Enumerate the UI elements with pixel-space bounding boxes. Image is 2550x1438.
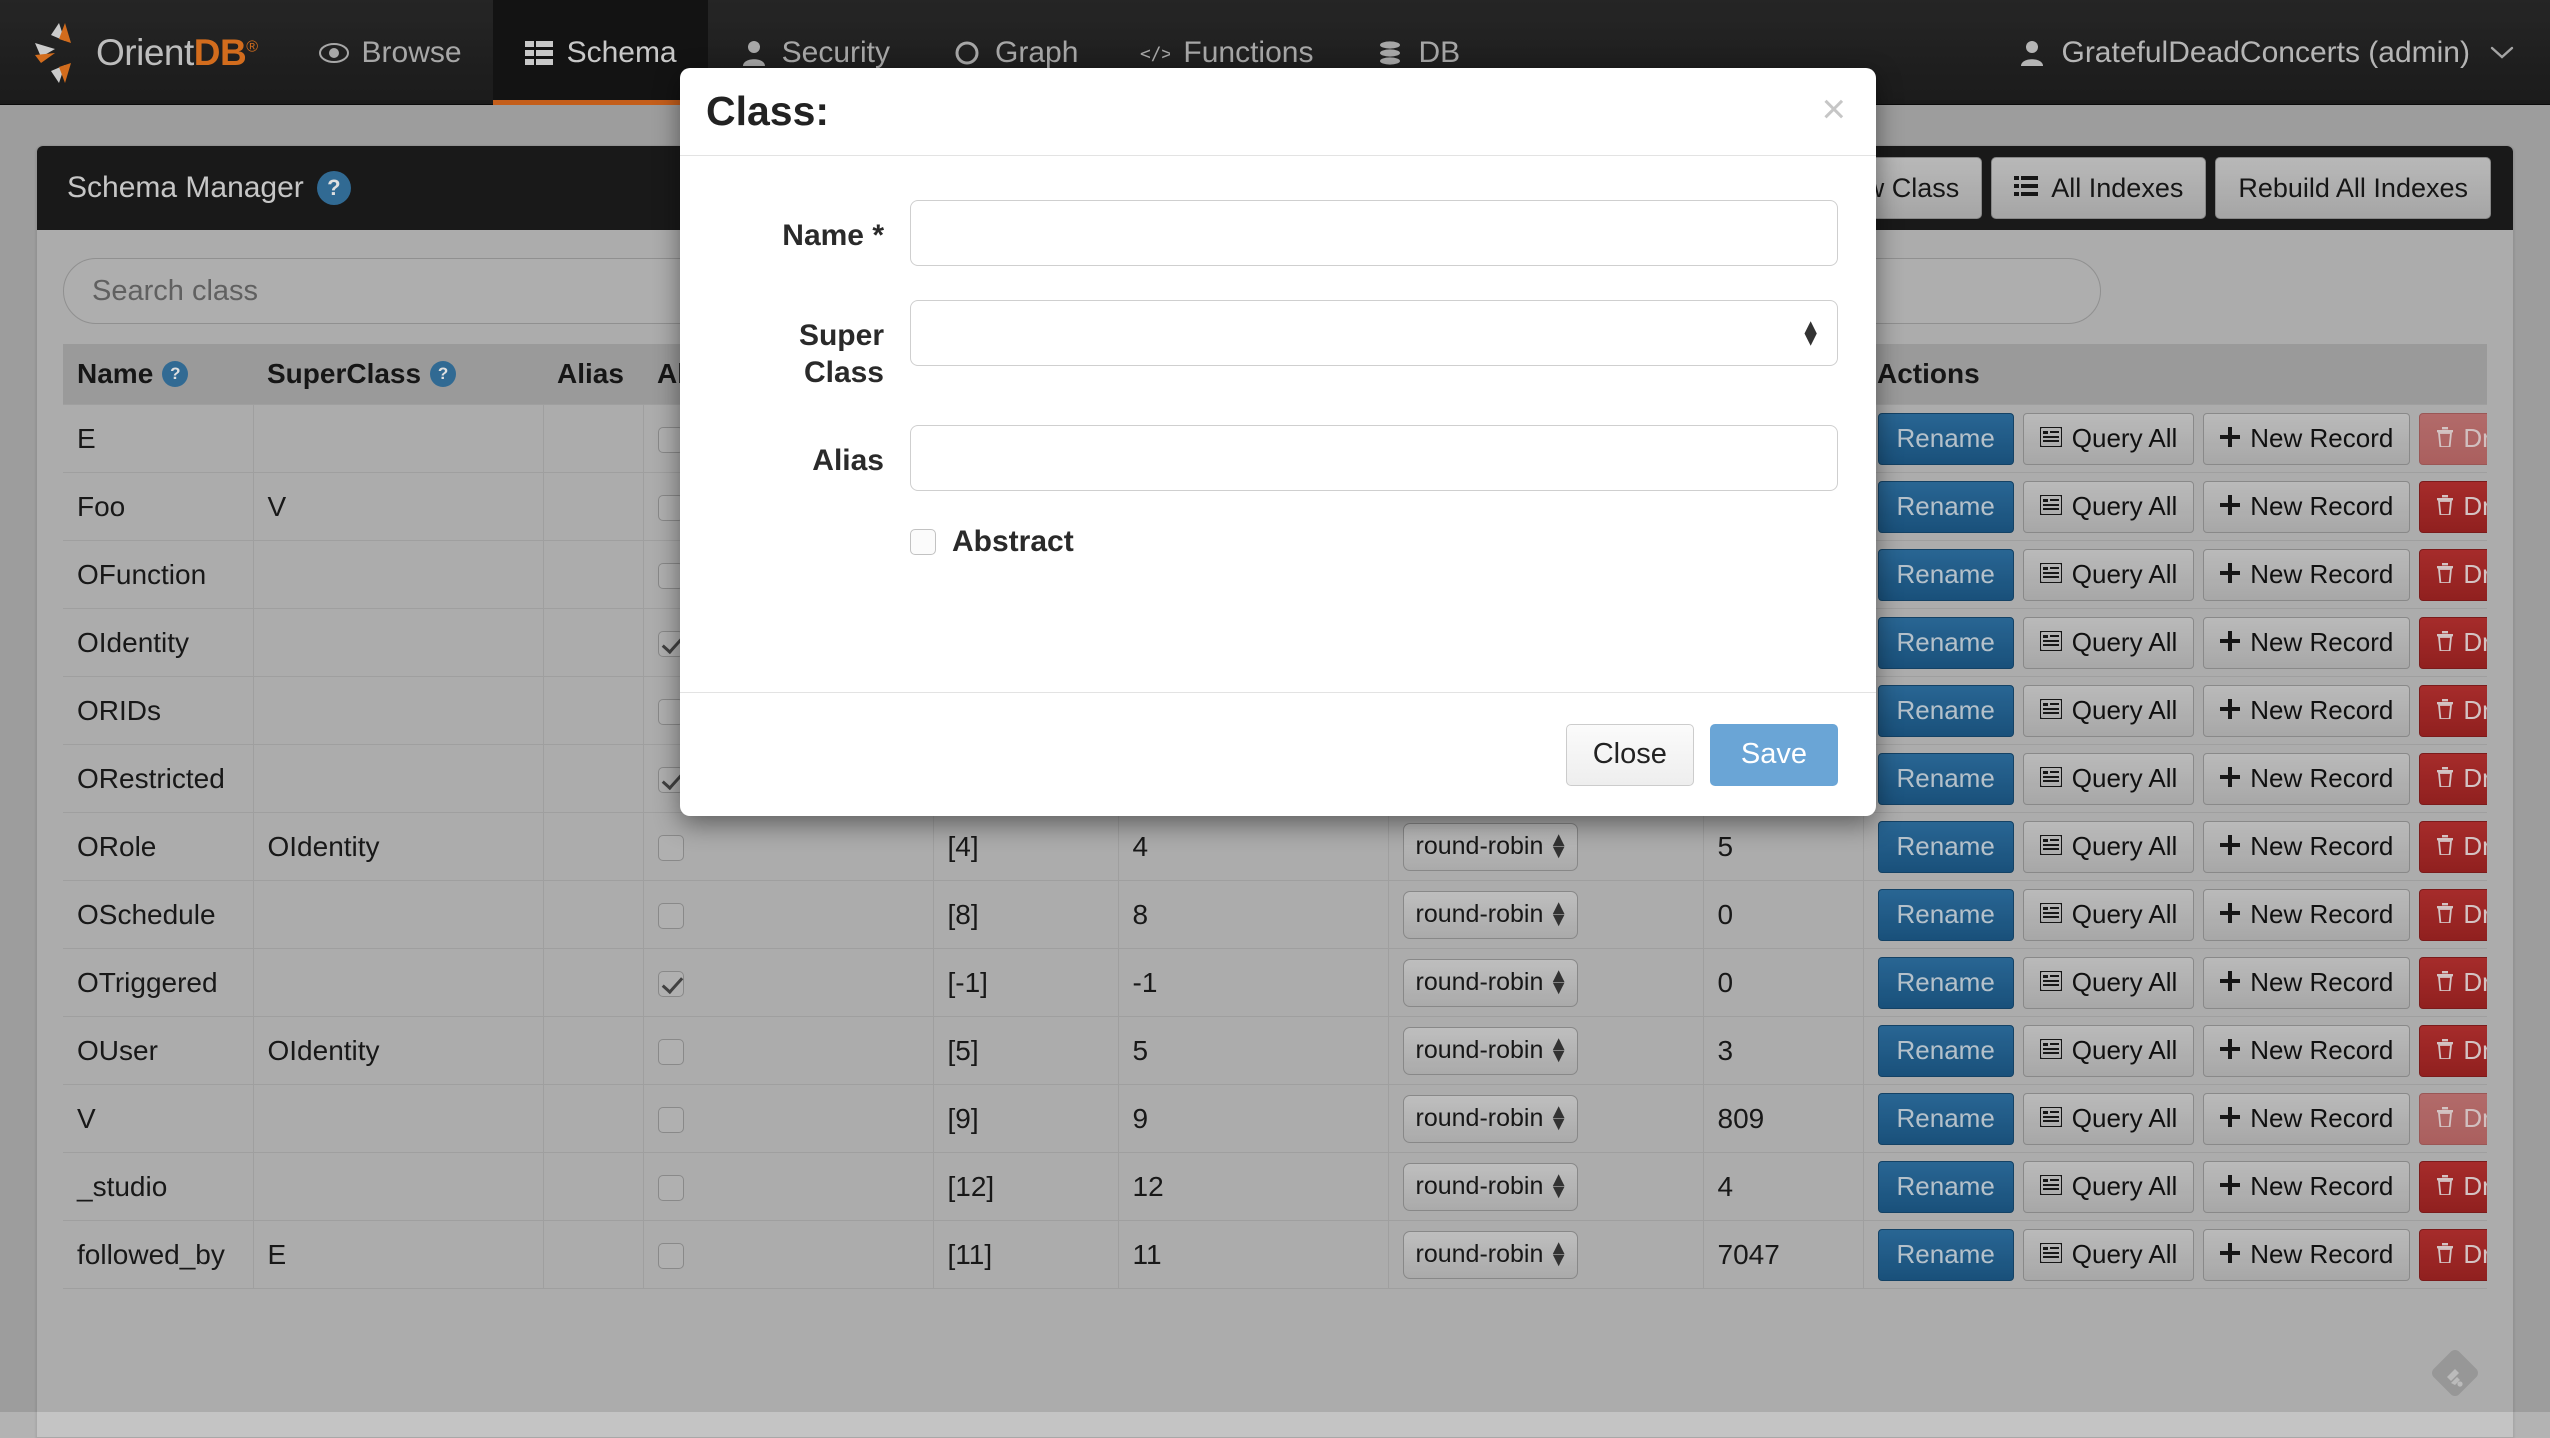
abstract-checkbox[interactable] xyxy=(910,529,936,555)
modal-title: Class: xyxy=(706,88,829,135)
super-class-label-line1: Super xyxy=(680,318,884,355)
super-class-select[interactable]: ▲▼ xyxy=(910,300,1838,366)
modal-header: Class: × xyxy=(680,68,1876,156)
class-modal: Class: × Name * Super Class ▲▼ xyxy=(680,68,1876,816)
close-icon[interactable]: × xyxy=(1821,88,1846,136)
field-row-super-class: Super Class ▲▼ xyxy=(680,300,1876,391)
name-field-wrap xyxy=(910,200,1876,266)
abstract-label: Abstract xyxy=(952,525,1074,559)
super-class-field-wrap: ▲▼ xyxy=(910,300,1876,366)
alias-field-wrap xyxy=(910,425,1876,491)
chevron-updown-icon: ▲▼ xyxy=(1800,321,1821,344)
super-class-field-label: Super Class xyxy=(680,300,910,391)
field-row-abstract: Abstract xyxy=(680,525,1876,559)
alias-input[interactable] xyxy=(910,425,1838,491)
modal-footer: Close Save xyxy=(680,692,1876,816)
alias-field-label: Alias xyxy=(680,425,910,480)
super-class-label-line2: Class xyxy=(680,355,884,392)
modal-body: Name * Super Class ▲▼ Alias xyxy=(680,156,1876,692)
field-row-name: Name * xyxy=(680,200,1876,266)
close-button[interactable]: Close xyxy=(1566,724,1694,786)
save-button[interactable]: Save xyxy=(1710,724,1838,786)
field-row-alias: Alias xyxy=(680,425,1876,491)
name-field-label: Name * xyxy=(680,200,910,255)
name-input[interactable] xyxy=(910,200,1838,266)
